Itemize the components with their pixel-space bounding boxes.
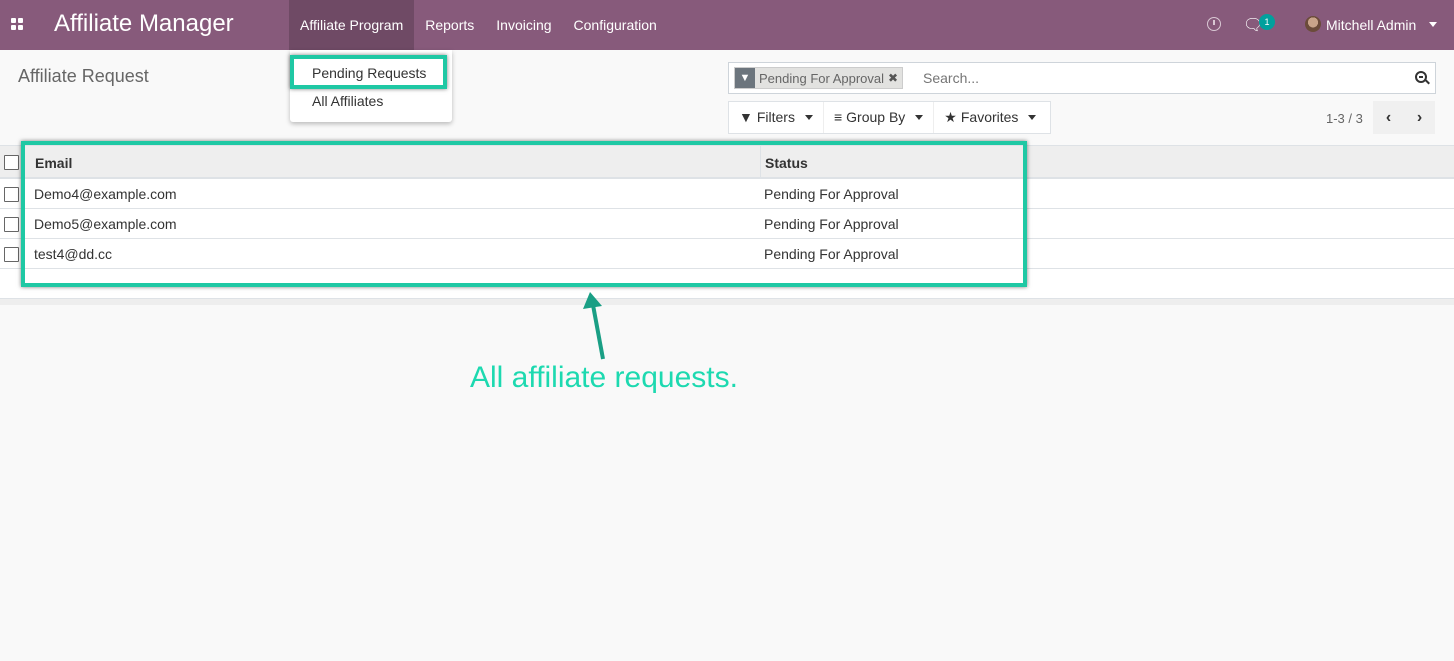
list-header: Email Status — [0, 146, 1454, 179]
dropdown-item-pending-requests[interactable]: Pending Requests — [312, 65, 426, 81]
email-cell: Demo5@example.com — [34, 216, 177, 232]
column-divider — [760, 146, 761, 177]
list-empty-row — [0, 269, 1454, 299]
table-row[interactable]: Demo4@example.com Pending For Approval — [0, 179, 1454, 209]
search-icon[interactable] — [1415, 71, 1427, 83]
menu-reports[interactable]: Reports — [414, 0, 485, 50]
menu-affiliate-program[interactable]: Affiliate Program — [289, 0, 415, 50]
filter-funnel-icon: ▼ — [739, 109, 753, 125]
search-options: ▼ Filters ≡ Group By ★ Favorites — [728, 101, 1052, 134]
facet-label: Pending For Approval — [759, 70, 885, 86]
annotation-arrow-shaft — [591, 304, 605, 360]
table-row[interactable]: test4@dd.cc Pending For Approval — [0, 239, 1454, 269]
annotation-text: All affiliate requests. — [470, 361, 738, 394]
breadcrumb: Affiliate Request — [18, 66, 149, 86]
group-by-label: Group By — [846, 109, 906, 125]
group-by-button[interactable]: ≡ Group By — [824, 102, 935, 133]
status-cell: Pending For Approval — [764, 186, 899, 202]
column-header-email[interactable]: Email — [35, 155, 72, 171]
dropdown-item-all-affiliates[interactable]: All Affiliates — [312, 93, 383, 109]
apps-menu-icon[interactable] — [11, 18, 25, 32]
top-navbar: Affiliate Manager Affiliate Program Repo… — [0, 0, 1454, 50]
filter-icon: ▼ — [735, 68, 755, 88]
search-box: ▼ Pending For Approval ✖ — [728, 62, 1436, 94]
search-facet: ▼ Pending For Approval ✖ — [734, 67, 904, 89]
list-view: Email Status Demo4@example.com Pending F… — [0, 146, 1454, 305]
email-cell: test4@dd.cc — [34, 246, 113, 262]
filters-label: Filters — [756, 109, 795, 125]
pager-previous-icon[interactable]: ‹ — [1373, 101, 1404, 134]
caret-down-icon — [1028, 115, 1037, 120]
email-cell: Demo4@example.com — [34, 186, 177, 202]
pager-value[interactable]: 1-3 / 3 — [1326, 111, 1363, 126]
status-cell: Pending For Approval — [764, 216, 899, 232]
search-input[interactable] — [923, 68, 1393, 88]
user-avatar[interactable] — [1305, 16, 1321, 32]
user-menu-caret-icon[interactable] — [1429, 22, 1437, 27]
row-checkbox[interactable] — [4, 247, 19, 262]
activity-clock-icon[interactable] — [1207, 17, 1221, 31]
favorites-button[interactable]: ★ Favorites — [934, 102, 1050, 133]
facet-remove-icon[interactable]: ✖ — [888, 71, 902, 85]
star-icon: ★ — [944, 109, 957, 125]
caret-down-icon — [915, 115, 924, 120]
table-row[interactable]: Demo5@example.com Pending For Approval — [0, 209, 1454, 239]
control-panel: Affiliate Request ▼ Pending For Approval… — [0, 50, 1454, 146]
group-by-icon: ≡ — [833, 109, 843, 125]
pager-buttons: ‹ › — [1373, 101, 1435, 134]
row-checkbox[interactable] — [4, 217, 19, 232]
filters-button[interactable]: ▼ Filters — [729, 102, 824, 133]
user-menu-name[interactable]: Mitchell Admin — [1326, 17, 1416, 33]
row-checkbox[interactable] — [4, 187, 19, 202]
main-menu: Affiliate Program Reports Invoicing Conf… — [289, 0, 668, 50]
caret-down-icon — [804, 115, 813, 120]
affiliate-program-dropdown: Pending Requests All Affiliates — [290, 50, 452, 122]
menu-configuration[interactable]: Configuration — [563, 0, 668, 50]
menu-invoicing[interactable]: Invoicing — [485, 0, 562, 50]
list-footer — [0, 299, 1454, 305]
pager-next-icon[interactable]: › — [1404, 101, 1435, 134]
chat-count-badge: 1 — [1259, 14, 1275, 30]
status-cell: Pending For Approval — [764, 246, 899, 262]
app-title: Affiliate Manager — [54, 10, 234, 37]
select-all-checkbox[interactable] — [4, 155, 19, 170]
favorites-label: Favorites — [960, 109, 1019, 125]
column-header-status[interactable]: Status — [765, 155, 808, 171]
